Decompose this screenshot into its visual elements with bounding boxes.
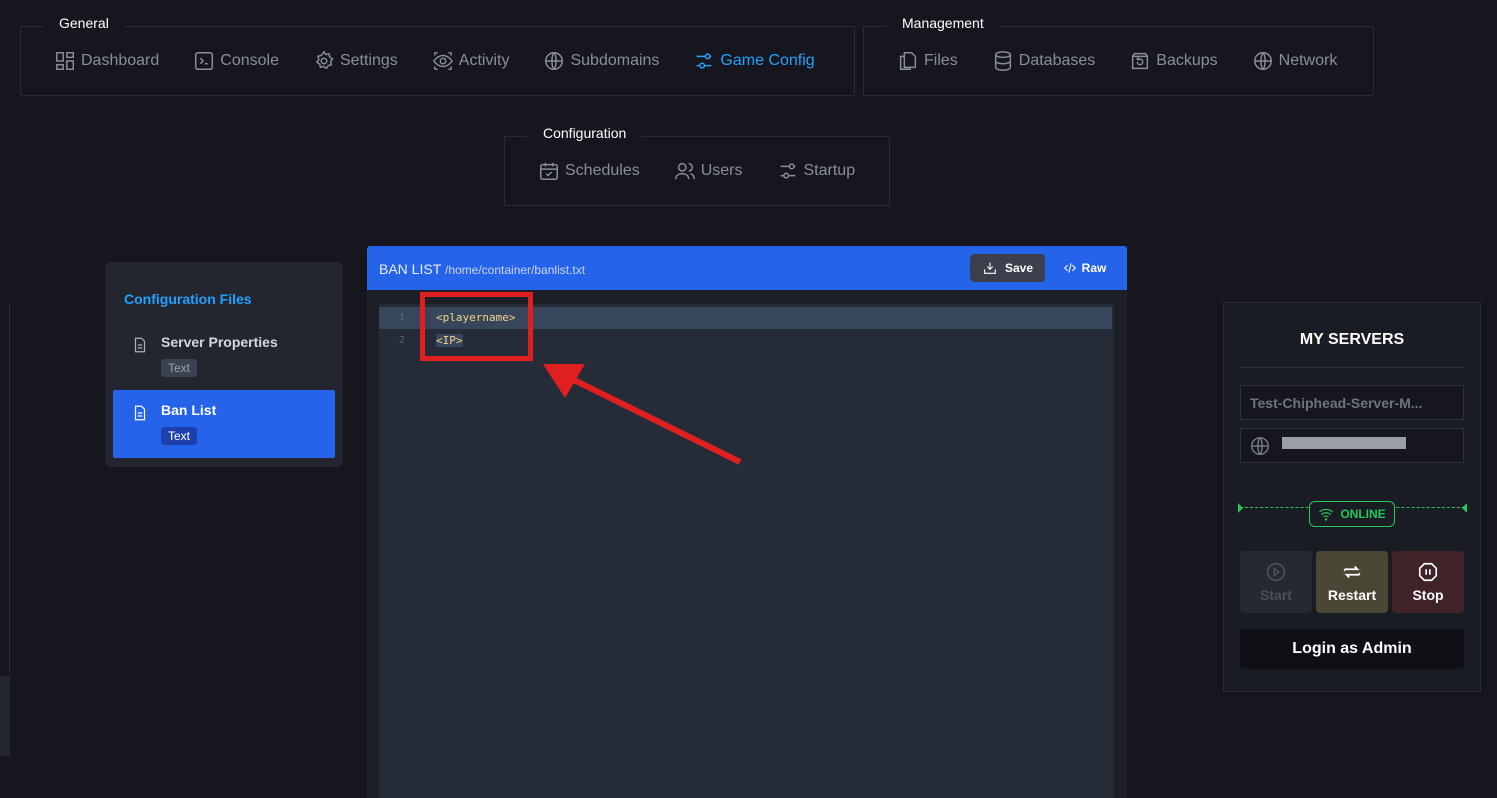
configuration-legend: Configuration <box>527 121 643 147</box>
download-icon <box>984 262 996 274</box>
raw-button[interactable]: Raw <box>1057 254 1112 282</box>
general-legend: General <box>43 11 125 37</box>
my-servers-panel: MY SERVERS Test-Chiphead-Server-M... ONL… <box>1223 302 1481 692</box>
status-badge: ONLINE <box>1309 501 1395 527</box>
stop-button[interactable]: Stop <box>1392 551 1464 613</box>
editor-file-path: /home/container/banlist.txt <box>445 263 586 277</box>
annotation-arrow-icon <box>543 364 742 465</box>
server-address-field[interactable] <box>1240 428 1464 463</box>
config-file-name: Server Properties <box>161 334 278 350</box>
globe-icon <box>1251 437 1269 455</box>
editor-title: BAN LIST <box>379 261 442 277</box>
status-line-left-marker <box>1238 503 1243 513</box>
left-panel-edge <box>0 302 10 672</box>
nav-files-label: Files <box>924 52 958 69</box>
eye-icon <box>432 52 453 70</box>
sliders-icon <box>780 163 795 179</box>
config-file-type-badge: Text <box>161 427 198 445</box>
nav-game-config[interactable]: Game Config <box>693 50 815 72</box>
left-panel-stub <box>0 676 10 756</box>
nav-databases-label: Databases <box>1018 52 1096 69</box>
start-button-label: Start <box>1260 587 1292 603</box>
login-as-admin-label: Login as Admin <box>1292 640 1412 657</box>
config-file-ban-list[interactable]: Ban List Text <box>113 390 335 458</box>
nav-dashboard-label: Dashboard <box>81 52 160 69</box>
restart-button-label: Restart <box>1327 587 1377 603</box>
redacted-address <box>1282 437 1406 449</box>
users-icon <box>674 162 695 180</box>
line-number: 1 <box>399 312 406 323</box>
calendar-icon <box>540 162 558 180</box>
management-nav-group: Management Files Databases Backups Netwo… <box>863 11 1374 96</box>
nav-dashboard[interactable]: Dashboard <box>54 50 159 72</box>
nav-game-config-label: Game Config <box>720 52 815 69</box>
play-icon <box>1266 562 1286 582</box>
restart-icon <box>1343 565 1361 579</box>
nav-console[interactable]: Console <box>193 50 279 72</box>
start-button[interactable]: Start <box>1240 551 1312 613</box>
sliders-icon <box>697 53 712 69</box>
configuration-files-panel: Configuration Files Server Properties Te… <box>105 262 343 467</box>
nav-network-label: Network <box>1278 52 1338 69</box>
nav-users-label: Users <box>700 162 743 179</box>
nav-startup-label: Startup <box>803 162 856 179</box>
nav-schedules-label: Schedules <box>565 162 640 179</box>
nav-subdomains[interactable]: Subdomains <box>543 50 659 72</box>
document-icon <box>134 405 146 421</box>
editor-header: BAN LIST /home/container/banlist.txt Sav… <box>367 246 1127 290</box>
code-icon <box>1063 263 1076 273</box>
nav-subdomains-label: Subdomains <box>570 52 660 69</box>
backup-icon <box>1132 52 1149 70</box>
nav-databases[interactable]: Databases <box>992 50 1096 72</box>
server-name-field[interactable]: Test-Chiphead-Server-M... <box>1240 385 1464 420</box>
raw-button-label: Raw <box>1081 261 1107 275</box>
divider <box>1240 367 1464 368</box>
terminal-icon <box>195 52 214 70</box>
nav-console-label: Console <box>220 52 279 69</box>
globe-icon <box>545 52 564 70</box>
gear-icon <box>315 50 334 70</box>
configuration-nav-group: Configuration Schedules Users Startup <box>504 121 890 206</box>
config-file-server-properties[interactable]: Server Properties Text <box>113 322 335 390</box>
configuration-files-title: Configuration Files <box>124 291 252 307</box>
nav-backups[interactable]: Backups <box>1129 50 1218 72</box>
stop-icon <box>1418 562 1438 582</box>
stop-button-label: Stop <box>1412 587 1444 603</box>
general-nav-group: General Dashboard Console Settings Activ… <box>20 11 855 96</box>
nav-network[interactable]: Network <box>1252 50 1338 72</box>
status-line-right-marker <box>1462 503 1467 513</box>
globe-icon <box>1253 52 1272 70</box>
files-icon <box>899 52 917 70</box>
dashboard-icon <box>56 52 74 70</box>
database-icon <box>994 51 1011 71</box>
nav-files[interactable]: Files <box>897 50 958 72</box>
status-label: ONLINE <box>1340 507 1386 521</box>
nav-activity-label: Activity <box>458 52 510 69</box>
restart-button[interactable]: Restart <box>1316 551 1388 613</box>
nav-users[interactable]: Users <box>674 160 743 182</box>
config-file-name: Ban List <box>161 402 217 418</box>
save-button[interactable]: Save <box>970 254 1045 282</box>
nav-settings[interactable]: Settings <box>313 50 398 72</box>
wifi-icon <box>1319 508 1334 521</box>
management-legend: Management <box>886 11 1000 37</box>
config-file-type-badge: Text <box>161 359 198 377</box>
nav-backups-label: Backups <box>1156 52 1218 69</box>
annotation-highlight-box <box>420 292 533 361</box>
nav-startup[interactable]: Startup <box>777 160 856 182</box>
server-name: Test-Chiphead-Server-M... <box>1250 395 1423 411</box>
nav-schedules[interactable]: Schedules <box>538 160 640 182</box>
nav-settings-label: Settings <box>339 52 398 69</box>
save-button-label: Save <box>1004 261 1034 275</box>
line-number: 2 <box>399 335 406 346</box>
nav-activity[interactable]: Activity <box>432 50 510 72</box>
document-icon <box>134 337 146 353</box>
my-servers-title: MY SERVERS <box>1299 331 1405 348</box>
login-as-admin-button[interactable]: Login as Admin <box>1240 629 1464 669</box>
